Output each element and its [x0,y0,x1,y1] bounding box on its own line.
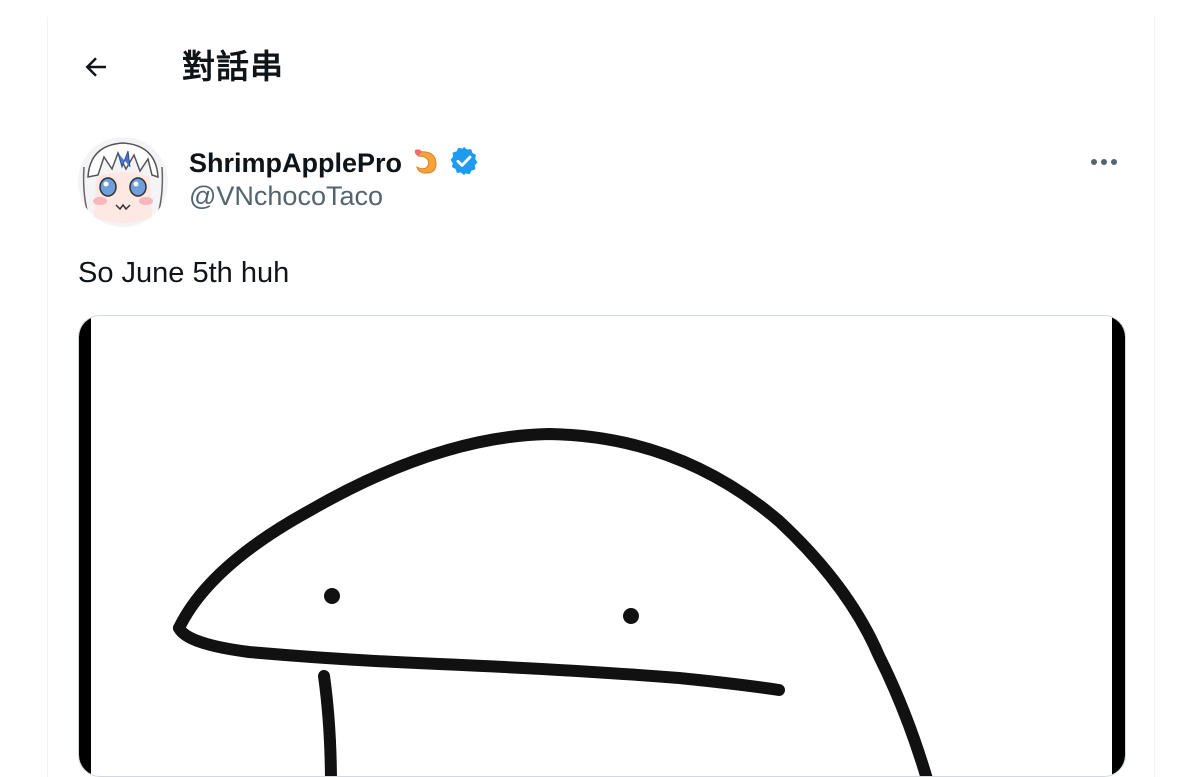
more-horizontal-icon [1089,154,1119,172]
verified-badge-icon [448,145,480,182]
user-handle[interactable]: @VNchocoTaco [189,181,383,212]
thread-header: 對話串 [48,17,1154,117]
tweet-text: So June 5th huh [78,257,290,289]
tweet-media[interactable] [78,315,1126,777]
arrow-left-icon [81,52,111,87]
shrimp-icon [410,146,440,181]
more-options-button[interactable] [1084,143,1124,183]
display-name-row: ShrimpApplePro [189,145,480,181]
thread-column: 對話串 ShrimpApplePro @VNchocoTaco So June … [47,17,1155,777]
back-button[interactable] [72,45,120,93]
blob-meme-drawing [79,316,1125,776]
display-name[interactable]: ShrimpApplePro [189,148,402,179]
avatar[interactable] [78,137,168,227]
page-title: 對話串 [182,48,284,85]
tweet-author-row: ShrimpApplePro @VNchocoTaco [78,137,1124,227]
